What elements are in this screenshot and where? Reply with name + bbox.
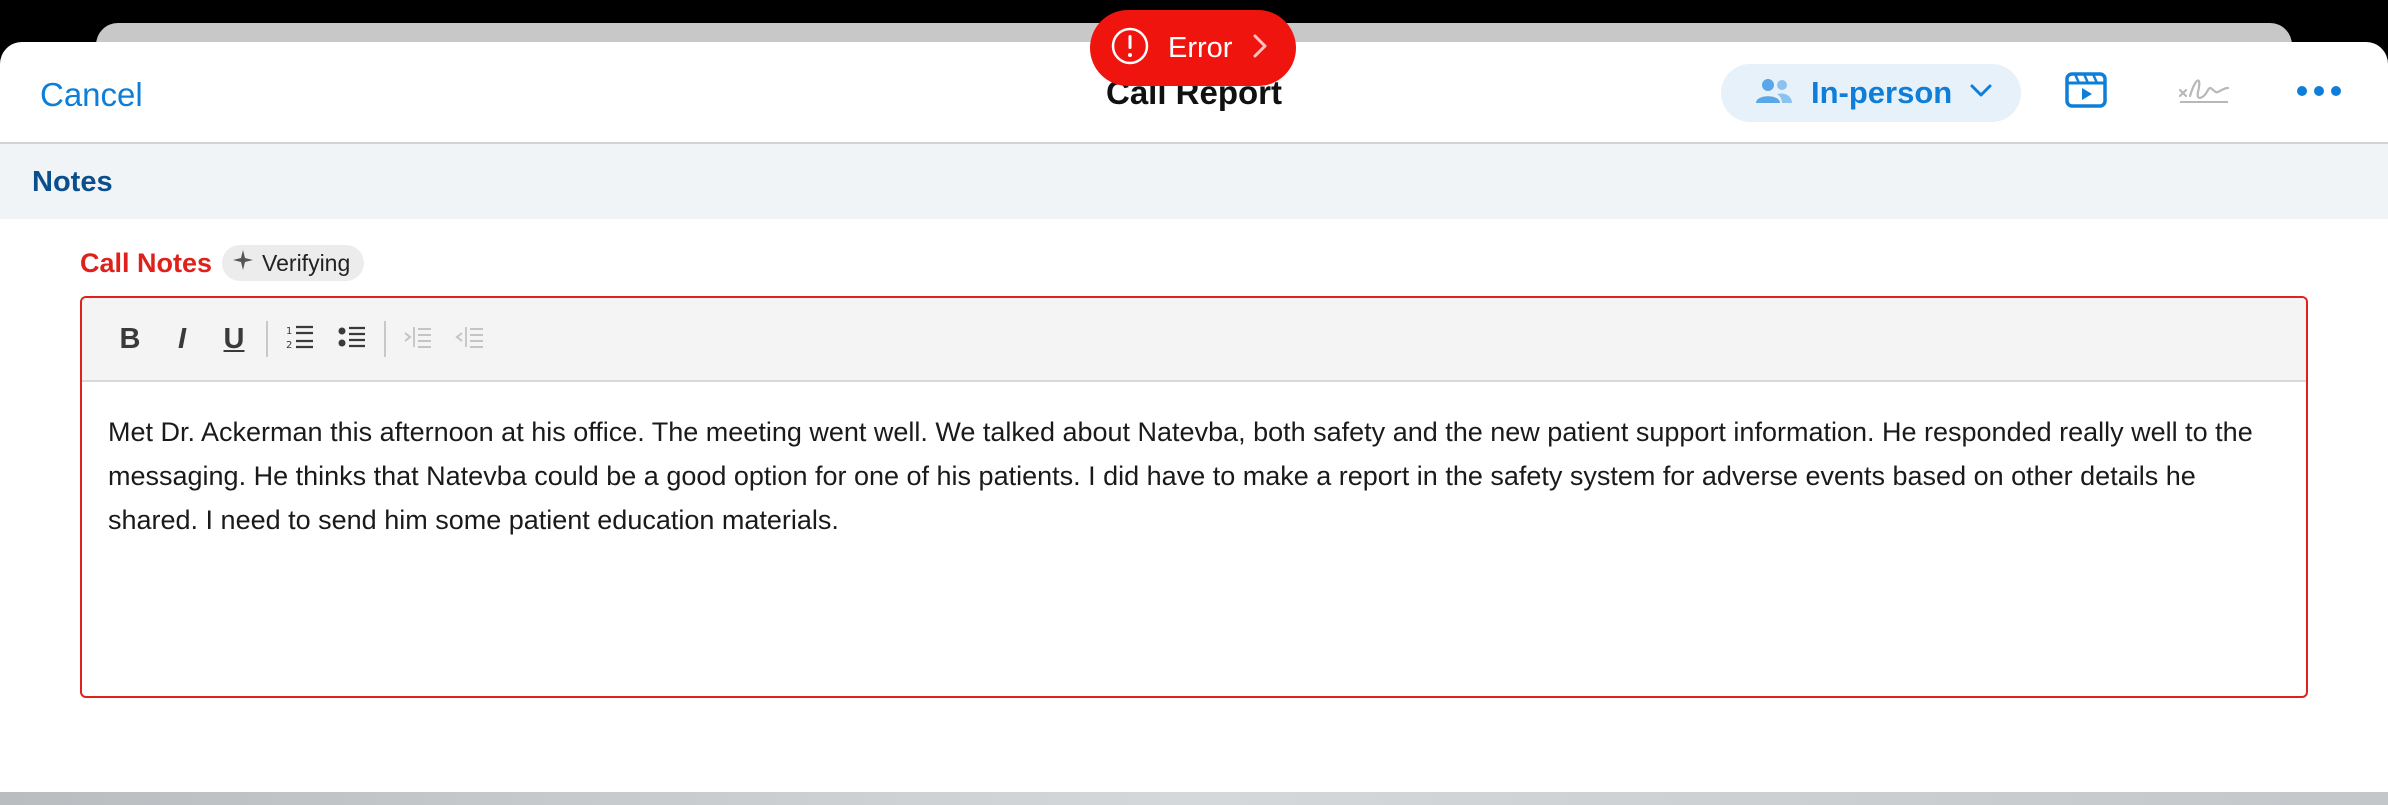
chevron-down-icon [1970,84,1992,103]
signature-icon[interactable] [2178,72,2230,113]
toolbar-divider [266,321,268,357]
bold-icon: B [119,322,141,355]
underline-button[interactable]: U [208,313,260,365]
formatting-toolbar: B I U 1 2 [82,298,2306,382]
indent-icon [403,324,433,355]
indent-button[interactable] [392,313,444,365]
bulleted-list-icon [337,324,367,355]
svg-text:2: 2 [286,340,292,351]
more-options-icon[interactable] [2296,84,2342,102]
call-mode-dropdown[interactable]: In-person [1721,64,2021,122]
error-label: Error [1168,31,1233,64]
chevron-right-icon [1250,31,1270,66]
sparkle-icon [232,249,254,277]
notes-section-header: Notes [0,144,2388,219]
call-notes-label-row: Call Notes Verifying [80,245,365,281]
error-toast[interactable]: Error [1090,10,1296,86]
call-mode-label: In-person [1811,75,1953,110]
verifying-label: Verifying [262,249,351,276]
verifying-badge: Verifying [222,245,365,281]
toolbar-divider [384,321,386,357]
media-player-icon[interactable] [2064,70,2108,115]
bold-button[interactable]: B [104,313,156,365]
section-title: Notes [32,166,113,198]
people-icon [1755,77,1793,110]
call-notes-editor: B I U 1 2 Met Dr. Ackerman this afternoo… [80,296,2308,698]
bottom-edge [0,792,2388,805]
error-icon [1110,26,1150,71]
call-notes-label: Call Notes [80,247,213,278]
underline-icon: U [223,322,245,355]
bulleted-list-button[interactable] [326,313,378,365]
call-notes-text[interactable]: Met Dr. Ackerman this afternoon at his o… [82,382,2306,570]
numbered-list-icon: 1 2 [285,323,315,356]
numbered-list-button[interactable]: 1 2 [274,313,326,365]
italic-button[interactable]: I [156,313,208,365]
italic-icon: I [177,322,187,355]
outdent-icon [455,324,485,355]
svg-text:1: 1 [286,326,292,337]
outdent-button[interactable] [444,313,496,365]
